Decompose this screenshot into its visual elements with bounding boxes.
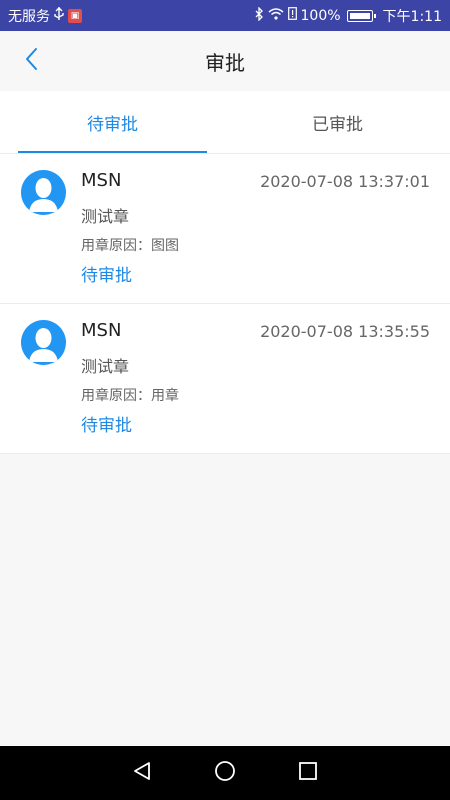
nav-back-icon bbox=[131, 760, 153, 786]
nav-back-button[interactable] bbox=[128, 759, 156, 787]
back-button[interactable] bbox=[16, 45, 46, 77]
avatar-icon bbox=[21, 320, 66, 365]
approval-list: MSN 2020-07-08 13:37:01 测试章 用章原因：图图 待审批 … bbox=[0, 154, 450, 454]
battery-icon bbox=[346, 9, 376, 22]
status-right: 100% 下午1:11 bbox=[254, 5, 442, 26]
nav-home-icon bbox=[214, 760, 236, 786]
back-arrow-icon bbox=[24, 47, 38, 75]
applicant-name: MSN bbox=[81, 320, 122, 341]
usb-icon bbox=[54, 6, 64, 25]
tab-pending-label: 待审批 bbox=[87, 114, 138, 135]
nav-recents-button[interactable] bbox=[294, 759, 322, 787]
applicant-name: MSN bbox=[81, 170, 122, 191]
request-time: 2020-07-08 13:35:55 bbox=[260, 322, 430, 341]
wifi-icon bbox=[268, 7, 284, 24]
usage-reason: 用章原因：图图 bbox=[81, 238, 179, 254]
status-link[interactable]: 待审批 bbox=[81, 261, 132, 286]
carrier-text: 无服务 bbox=[8, 8, 50, 25]
tab-approved[interactable]: 已审批 bbox=[225, 91, 450, 153]
status-link[interactable]: 待审批 bbox=[81, 411, 132, 436]
nav-recents-icon bbox=[298, 761, 318, 785]
tab-approved-label: 已审批 bbox=[312, 114, 363, 135]
system-nav-bar bbox=[0, 746, 450, 800]
page-title: 审批 bbox=[205, 50, 245, 75]
tab-active-indicator bbox=[18, 151, 207, 153]
tab-bar: 待审批 已审批 bbox=[0, 91, 450, 154]
clock-text: 下午1:11 bbox=[382, 8, 442, 25]
seal-name: 测试章 bbox=[81, 207, 130, 226]
bluetooth-icon bbox=[254, 5, 264, 25]
alert-icon bbox=[287, 7, 297, 24]
tab-pending[interactable]: 待审批 bbox=[0, 91, 225, 153]
list-item[interactable]: MSN 2020-07-08 13:37:01 测试章 用章原因：图图 待审批 bbox=[0, 154, 450, 304]
status-bar: 无服务 ▣ 100% 下午1:11 bbox=[0, 0, 450, 31]
usage-reason: 用章原因：用章 bbox=[81, 388, 179, 404]
header: 审批 bbox=[0, 31, 450, 91]
screen: 无服务 ▣ 100% 下午1:11 审批 待审批 已审批 MSN 2020-07… bbox=[0, 0, 450, 800]
request-time: 2020-07-08 13:37:01 bbox=[260, 172, 430, 191]
avatar-icon bbox=[21, 170, 66, 215]
nav-home-button[interactable] bbox=[211, 759, 239, 787]
sim-icon: ▣ bbox=[68, 8, 82, 23]
seal-name: 测试章 bbox=[81, 357, 130, 376]
list-item[interactable]: MSN 2020-07-08 13:35:55 测试章 用章原因：用章 待审批 bbox=[0, 304, 450, 454]
status-left: 无服务 ▣ bbox=[8, 6, 82, 26]
battery-text: 100% bbox=[300, 7, 341, 24]
